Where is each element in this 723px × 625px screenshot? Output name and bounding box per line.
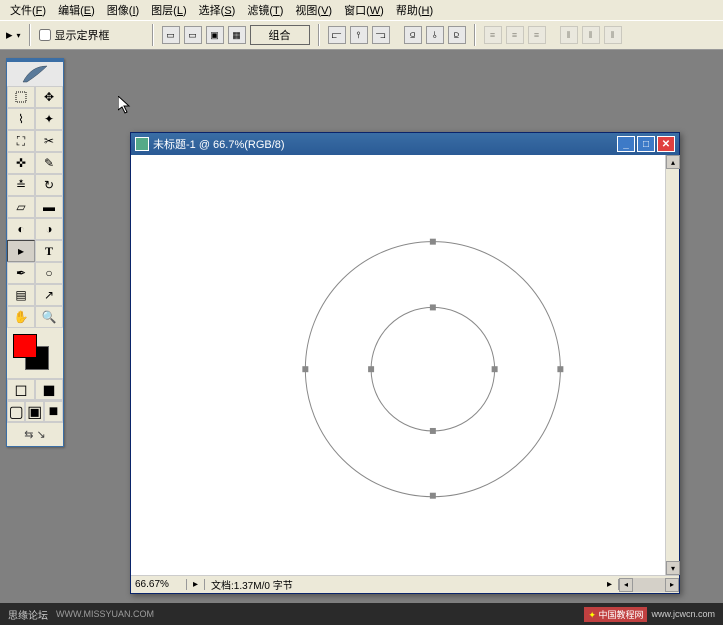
menu-layer[interactable]: 图层(L) [145,0,192,20]
screen-full-menu-icon[interactable]: ▣ [25,401,43,422]
marquee-tool[interactable] [7,86,35,108]
pathop-intersect-icon[interactable]: ▣ [206,26,224,44]
quickmask-mode-icon[interactable]: ◼ [35,379,63,400]
show-bounds-checkbox[interactable]: 显示定界框 [39,27,110,43]
menu-window[interactable]: 窗口(W) [338,0,390,20]
align-right-icon[interactable]: ⫎ [372,26,390,44]
statusbar-menu-icon[interactable]: ▸ [187,579,205,590]
hand-tool[interactable]: ✋ [7,306,35,328]
separator [152,24,154,46]
footer-right-url: www.jcwcn.com [651,609,715,619]
canvas[interactable] [131,155,665,573]
foreground-swatch[interactable] [13,334,37,358]
shape-tool[interactable]: ○ [35,262,63,284]
zoom-tool[interactable]: 🔍 [35,306,63,328]
document-statusbar: 66.67% ▸ 文档:1.37M/0 字节 ▸ ◂ ▸ [131,575,679,593]
show-bounds-input[interactable] [39,29,51,41]
lasso-tool[interactable]: ⌇ [7,108,35,130]
document-title: 未标题-1 @ 66.7%(RGB/8) [153,136,617,152]
toolbox-header [7,62,63,86]
color-swatches[interactable] [11,332,59,374]
pathop-exclude-icon[interactable]: ▦ [228,26,246,44]
align-center-h-icon[interactable]: ⫯ [350,26,368,44]
eyedropper-tool[interactable]: ↗ [35,284,63,306]
show-bounds-label: 显示定界框 [55,27,110,43]
eraser-tool[interactable]: ▱ [7,196,35,218]
toolbox: ✥ ⌇ ✦ ⛶ ✂ ✜ ✎ ≛ ↻ ▱ ▬ ◐ ◑ ▸ T ✒ ○ ▤ ↗ ✋ … [6,58,64,447]
pen-tool[interactable]: ✒ [7,262,35,284]
menu-edit[interactable]: 编辑(E) [52,0,101,20]
path-select-tool[interactable]: ▸ [7,240,35,262]
scroll-down-icon[interactable]: ▾ [666,561,680,575]
feather-icon [21,64,49,84]
inner-circle-path[interactable] [371,307,495,431]
screen-full-icon[interactable]: ■ [44,401,63,422]
slice-tool[interactable]: ✂ [35,130,63,152]
dist-bottom-icon[interactable]: ≡ [528,26,546,44]
minimize-button[interactable]: _ [617,136,635,152]
separator [318,24,320,46]
dist-vcenter-icon[interactable]: ≡ [506,26,524,44]
outer-circle-path[interactable] [305,242,560,497]
jump-to-imageready[interactable]: ⇆ ↘ [7,422,63,446]
history-brush-tool[interactable]: ↻ [35,174,63,196]
selection-handles[interactable] [302,239,563,499]
scroll-up-icon[interactable]: ▴ [666,155,680,169]
menu-image[interactable]: 图像(I) [101,0,145,20]
crop-tool[interactable]: ⛶ [7,130,35,152]
align-top-icon[interactable]: ⫑ [404,26,422,44]
separator [474,24,476,46]
horizontal-scrollbar[interactable]: ◂ ▸ [619,578,679,592]
standard-mode-icon[interactable]: ◻ [7,379,35,400]
scroll-right-icon[interactable]: ▸ [665,578,679,592]
dist-left-icon[interactable]: ⦀ [560,26,578,44]
stamp-tool[interactable]: ≛ [7,174,35,196]
menu-file[interactable]: 文件(F) [4,0,52,20]
blur-tool[interactable]: ◐ [7,218,35,240]
pathop-add-icon[interactable]: ▭ [162,26,180,44]
maximize-button[interactable]: □ [637,136,655,152]
vertical-scrollbar[interactable]: ▴ ▾ [665,155,679,575]
options-bar: ▸ ▾ 显示定界框 ▭ ▭ ▣ ▦ 组合 ⫍ ⫯ ⫎ ⫑ ⫰ ⫒ ≡ ≡ ≡ ⦀… [0,20,723,50]
gradient-tool[interactable]: ▬ [35,196,63,218]
notes-tool[interactable]: ▤ [7,284,35,306]
footer-url: WWW.MISSYUAN.COM [56,609,154,619]
dist-top-icon[interactable]: ≡ [484,26,502,44]
dist-right-icon[interactable]: ⦀ [604,26,622,44]
document-size-label: 文档:1.37M/0 字节 [205,577,601,592]
menu-bar: 文件(F) 编辑(E) 图像(I) 图层(L) 选择(S) 滤镜(T) 视图(V… [0,0,723,20]
statusbar-flyout-icon[interactable]: ▸ [601,579,619,590]
footer-badge: ✦ 中国教程网 [584,607,647,622]
type-tool[interactable]: T [35,240,63,262]
pathop-subtract-icon[interactable]: ▭ [184,26,202,44]
menu-help[interactable]: 帮助(H) [390,0,439,20]
move-tool[interactable]: ✥ [35,86,63,108]
dodge-tool[interactable]: ◑ [35,218,63,240]
close-button[interactable]: ✕ [657,136,675,152]
align-bottom-icon[interactable]: ⫒ [448,26,466,44]
footer-forum: 思缘论坛 [8,607,48,622]
dropdown-arrow-icon[interactable]: ▾ [17,31,21,40]
menu-view[interactable]: 视图(V) [289,0,338,20]
align-left-icon[interactable]: ⫍ [328,26,346,44]
watermark-footer: 思缘论坛 WWW.MISSYUAN.COM ✦ 中国教程网 www.jcwcn.… [0,603,723,625]
dist-hcenter-icon[interactable]: ⦀ [582,26,600,44]
menu-filter[interactable]: 滤镜(T) [241,0,289,20]
document-titlebar[interactable]: 未标题-1 @ 66.7%(RGB/8) _ □ ✕ [131,133,679,155]
screen-standard-icon[interactable]: ▢ [7,401,25,422]
wand-tool[interactable]: ✦ [35,108,63,130]
cursor-icon [118,96,134,116]
document-window: 未标题-1 @ 66.7%(RGB/8) _ □ ✕ ▴ ▾ [130,132,680,594]
healing-tool[interactable]: ✜ [7,152,35,174]
zoom-level[interactable]: 66.67% [131,579,187,590]
scroll-left-icon[interactable]: ◂ [619,578,633,592]
brush-tool[interactable]: ✎ [35,152,63,174]
align-center-v-icon[interactable]: ⫰ [426,26,444,44]
path-select-tool-icon[interactable]: ▸ [6,27,13,43]
separator [29,24,31,46]
combine-button[interactable]: 组合 [250,25,310,45]
menu-select[interactable]: 选择(S) [193,0,242,20]
document-icon [135,137,149,151]
